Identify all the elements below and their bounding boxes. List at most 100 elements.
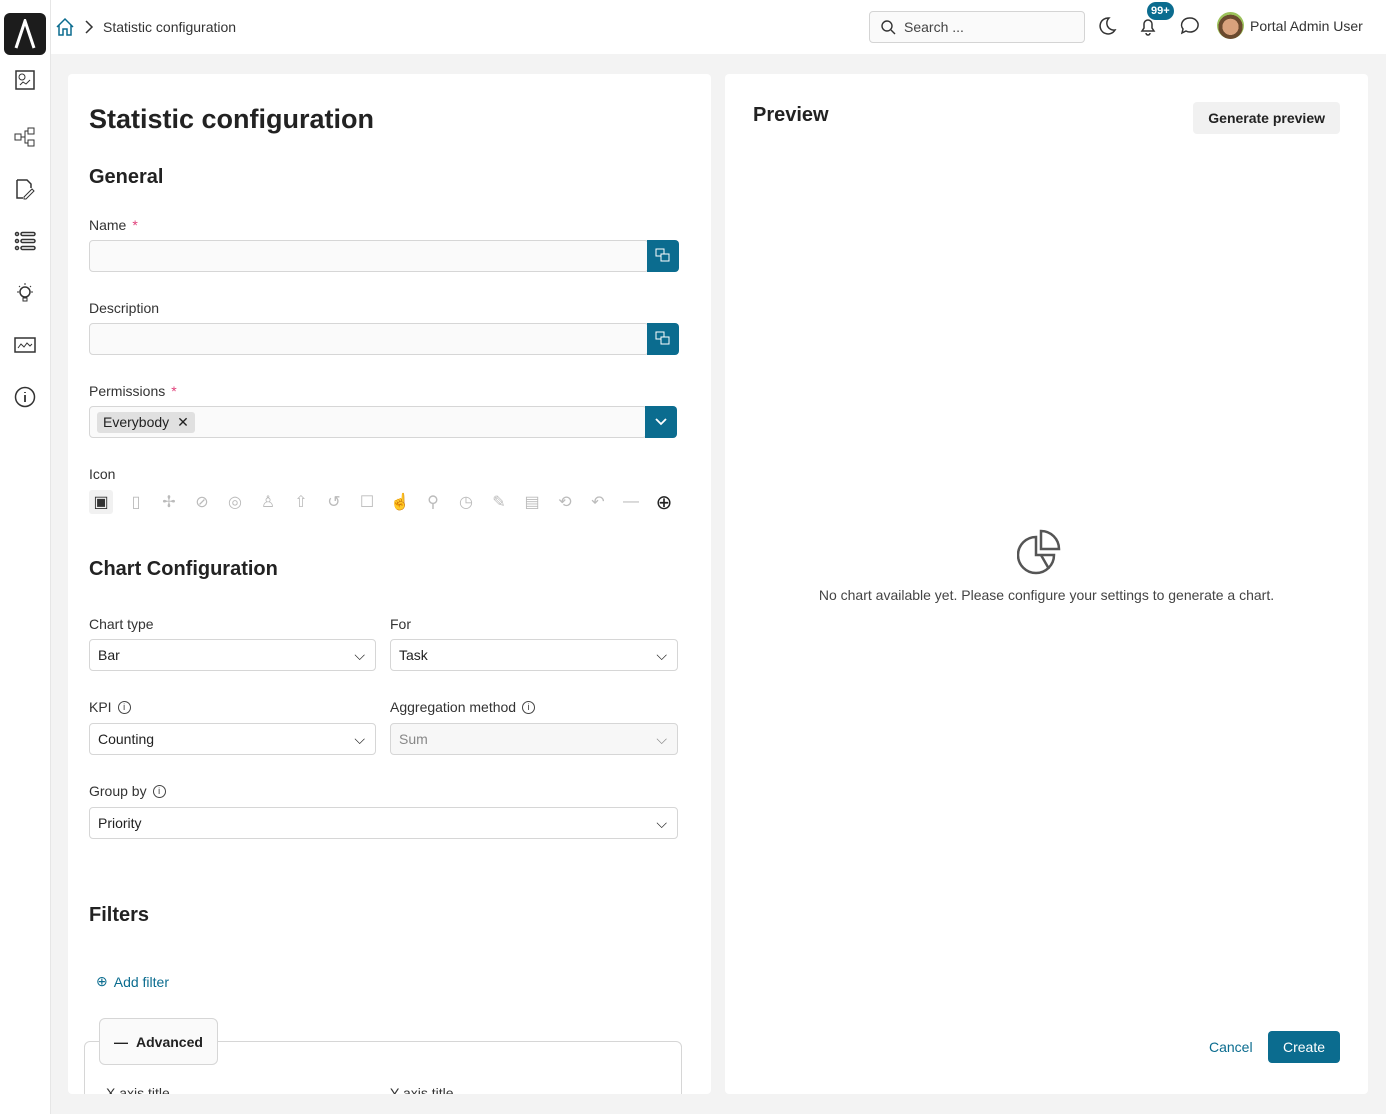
clock-icon[interactable]: ◷ bbox=[456, 492, 476, 512]
statistics-icon[interactable] bbox=[14, 69, 36, 91]
kpi-select[interactable]: Counting ⌵ bbox=[89, 723, 376, 755]
kpi-label-text: KPI bbox=[89, 699, 112, 715]
minus-icon[interactable]: — bbox=[621, 492, 641, 512]
name-label-text: Name bbox=[89, 217, 126, 233]
permissions-dropdown-button[interactable] bbox=[645, 406, 677, 438]
description-label: Description bbox=[89, 300, 159, 316]
tap-icon[interactable]: ☝ bbox=[390, 492, 410, 512]
chat-icon[interactable] bbox=[1180, 16, 1200, 36]
required-marker: * bbox=[132, 217, 137, 233]
top-bar: Statistic configuration Search ... 99+ P… bbox=[51, 0, 1386, 54]
add-icon-button[interactable]: ⊕ bbox=[654, 492, 674, 512]
home-icon[interactable] bbox=[55, 17, 75, 37]
undo-icon[interactable]: ↺ bbox=[324, 492, 344, 512]
translate-icon bbox=[655, 248, 671, 264]
add-filter-button[interactable]: ⊕ Add filter bbox=[96, 973, 169, 990]
eye-icon[interactable]: ◎ bbox=[225, 492, 245, 512]
chart-type-label: Chart type bbox=[89, 616, 154, 632]
remove-chip-icon[interactable]: ✕ bbox=[177, 414, 189, 431]
touch-icon[interactable]: ☐ bbox=[357, 492, 377, 512]
chevron-down-icon: ⌵ bbox=[656, 731, 667, 748]
preview-title: Preview bbox=[753, 104, 829, 127]
chevron-down-icon: ⌵ bbox=[354, 731, 365, 748]
group-by-select[interactable]: Priority ⌵ bbox=[89, 807, 678, 839]
avatar bbox=[1217, 12, 1244, 39]
translate-description-button[interactable] bbox=[647, 323, 679, 355]
configuration-panel: Statistic configuration General Name * De… bbox=[68, 74, 711, 1094]
info-icon[interactable]: i bbox=[153, 785, 166, 798]
task-edit-icon[interactable]: ✎ bbox=[489, 492, 509, 512]
chip-label: Everybody bbox=[103, 414, 169, 430]
chart-type-select[interactable]: Bar⌵ bbox=[89, 639, 376, 671]
create-button[interactable]: Create bbox=[1268, 1031, 1340, 1063]
kpi-label: KPI i bbox=[89, 699, 131, 715]
chevron-right-icon bbox=[83, 20, 95, 34]
chart-type-value: Bar bbox=[98, 647, 120, 663]
for-select[interactable]: Task ⌵ bbox=[390, 639, 678, 671]
user-arrow-icon[interactable]: ♙ bbox=[258, 492, 278, 512]
book-icon[interactable]: ▯ bbox=[126, 492, 146, 512]
pie-chart-icon bbox=[1017, 529, 1061, 575]
plus-circle-icon: ⊕ bbox=[96, 973, 108, 990]
description-field[interactable] bbox=[89, 323, 649, 355]
clipboard-icon[interactable]: ▤ bbox=[522, 492, 542, 512]
app-logo[interactable] bbox=[4, 13, 46, 55]
chevron-down-icon bbox=[654, 417, 668, 427]
task-edit-icon[interactable] bbox=[14, 178, 36, 200]
upload-icon[interactable]: ⇧ bbox=[291, 492, 311, 512]
permission-chip: Everybody ✕ bbox=[97, 412, 195, 433]
icon-label: Icon bbox=[89, 466, 115, 482]
y-axis-label: Y axis title bbox=[390, 1085, 454, 1094]
chart-icon[interactable] bbox=[14, 334, 36, 356]
for-value: Task bbox=[399, 647, 428, 663]
permissions-label: Permissions * bbox=[89, 383, 177, 399]
translate-name-button[interactable] bbox=[647, 240, 679, 272]
eye-slash-icon[interactable]: ⊘ bbox=[192, 492, 212, 512]
kpi-value: Counting bbox=[98, 731, 154, 747]
group-by-label-text: Group by bbox=[89, 783, 147, 799]
required-marker: * bbox=[171, 383, 176, 399]
group-by-value: Priority bbox=[98, 815, 142, 831]
page-title: Statistic configuration bbox=[89, 104, 374, 135]
cancel-button[interactable]: Cancel bbox=[1209, 1039, 1253, 1055]
process-icon[interactable] bbox=[14, 126, 36, 148]
dark-mode-icon[interactable] bbox=[1097, 16, 1117, 36]
user-menu[interactable]: Portal Admin User bbox=[1217, 12, 1363, 39]
lightbulb-icon[interactable] bbox=[14, 282, 36, 304]
permissions-multiselect[interactable]: Everybody ✕ bbox=[89, 406, 647, 438]
advanced-toggle[interactable]: — Advanced bbox=[99, 1018, 218, 1065]
aggregation-label-text: Aggregation method bbox=[390, 699, 516, 715]
wrench-icon[interactable]: ⚲ bbox=[423, 492, 443, 512]
chart-config-heading: Chart Configuration bbox=[89, 558, 278, 581]
list-icon[interactable] bbox=[14, 230, 36, 252]
empty-state-text: No chart available yet. Please configure… bbox=[725, 587, 1368, 603]
permissions-label-text: Permissions bbox=[89, 383, 165, 399]
general-heading: General bbox=[89, 166, 163, 189]
minus-icon: — bbox=[114, 1034, 128, 1050]
search-icon bbox=[880, 19, 896, 35]
preview-panel: Preview Generate preview No chart availa… bbox=[725, 74, 1368, 1094]
yoga-icon[interactable]: ✢ bbox=[159, 492, 179, 512]
sync-icon[interactable]: ⟲ bbox=[555, 492, 575, 512]
user-name: Portal Admin User bbox=[1250, 18, 1363, 34]
search-input[interactable]: Search ... bbox=[869, 11, 1085, 43]
name-label: Name * bbox=[89, 217, 138, 233]
group-by-label: Group by i bbox=[89, 783, 166, 799]
filters-heading: Filters bbox=[89, 904, 149, 927]
history-icon[interactable]: ↶ bbox=[588, 492, 608, 512]
advanced-label: Advanced bbox=[136, 1034, 203, 1050]
add-filter-label: Add filter bbox=[114, 974, 169, 990]
chevron-down-icon: ⌵ bbox=[656, 815, 667, 832]
name-field[interactable] bbox=[89, 240, 649, 272]
search-placeholder: Search ... bbox=[904, 19, 964, 35]
info-icon[interactable]: i bbox=[522, 701, 535, 714]
info-icon[interactable] bbox=[14, 386, 36, 408]
aggregation-label: Aggregation method i bbox=[390, 699, 535, 715]
generate-preview-button[interactable]: Generate preview bbox=[1193, 102, 1340, 134]
statistic-icon[interactable]: ▣ bbox=[89, 490, 113, 514]
breadcrumb: Statistic configuration bbox=[55, 17, 236, 37]
x-axis-label: X axis title bbox=[106, 1085, 170, 1094]
for-label: For bbox=[390, 616, 411, 632]
info-icon[interactable]: i bbox=[118, 701, 131, 714]
chevron-down-icon: ⌵ bbox=[656, 647, 667, 664]
